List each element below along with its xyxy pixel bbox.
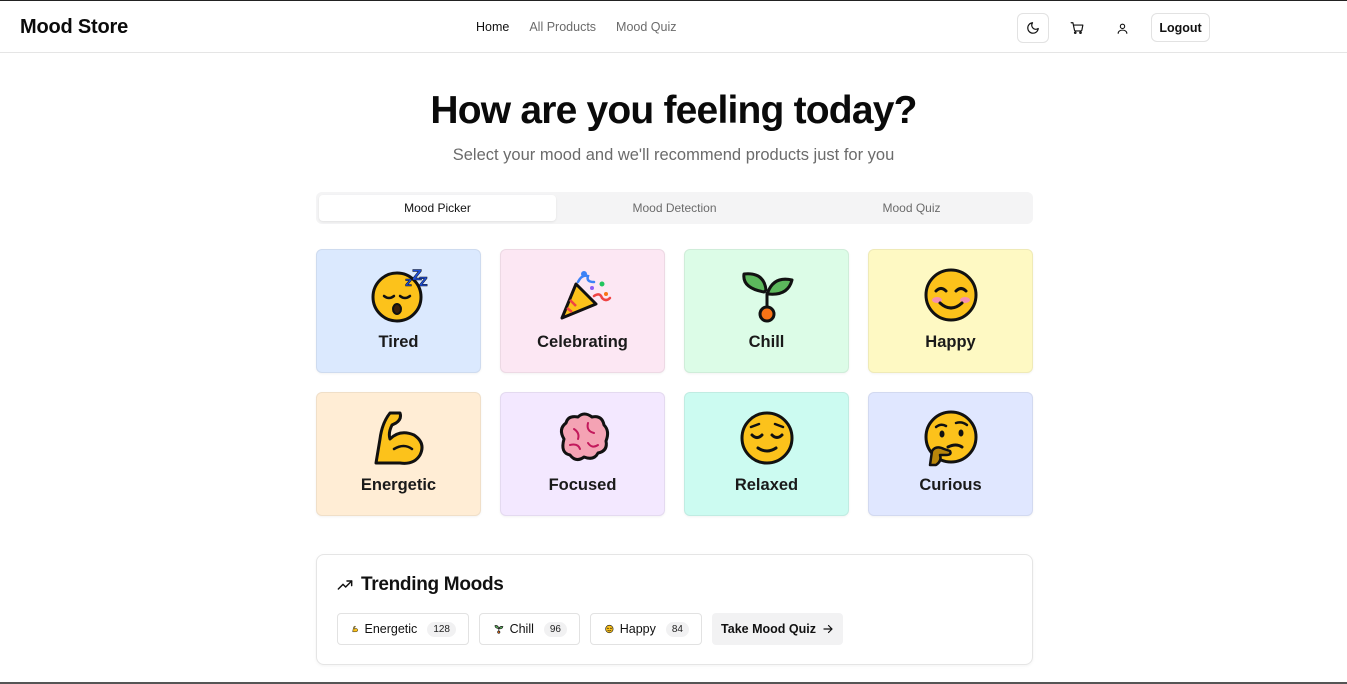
mood-card-label: Tired	[378, 333, 419, 351]
smiling-face-icon	[605, 624, 614, 634]
trending-title: Trending Moods	[361, 574, 504, 595]
trending-chip-chill[interactable]: Chill 96	[479, 613, 580, 645]
mood-card-label: Curious	[919, 476, 982, 494]
mood-card-relaxed[interactable]: Relaxed	[684, 392, 849, 516]
theme-toggle-button[interactable]	[1017, 13, 1049, 43]
nav-home-link[interactable]: Home	[476, 20, 509, 34]
sleeping-face-icon: z Z Z	[317, 266, 480, 324]
mood-card-label: Celebrating	[537, 333, 628, 351]
flexed-biceps-icon	[317, 409, 480, 467]
mood-card-label: Focused	[548, 476, 617, 494]
svg-text:Z: Z	[419, 275, 428, 289]
trending-moods-panel: Trending Moods Energetic 128 Chill 96 Ha…	[316, 554, 1033, 665]
seedling-icon	[494, 625, 504, 634]
top-header: Mood Store Home All Products Mood Quiz L…	[0, 1, 1347, 53]
tab-mood-quiz[interactable]: Mood Quiz	[793, 195, 1030, 221]
mood-card-focused[interactable]: Focused	[500, 392, 665, 516]
smiling-face-icon	[869, 266, 1032, 324]
chip-count-badge: 128	[427, 621, 456, 637]
moon-icon	[1027, 22, 1039, 34]
user-profile-button[interactable]	[1106, 13, 1138, 43]
quiz-button-label: Take Mood Quiz	[721, 622, 816, 636]
take-mood-quiz-button[interactable]: Take Mood Quiz	[712, 613, 843, 645]
tab-mood-detection[interactable]: Mood Detection	[556, 195, 793, 221]
user-icon	[1117, 23, 1127, 34]
mood-card-happy[interactable]: Happy	[868, 249, 1033, 373]
mood-card-tired[interactable]: z Z Z Tired	[316, 249, 481, 373]
mood-mode-tabs: Mood Picker Mood Detection Mood Quiz	[316, 192, 1033, 224]
mood-card-chill[interactable]: Chill	[684, 249, 849, 373]
page-subtitle: Select your mood and we'll recommend pro…	[452, 146, 895, 164]
mood-card-energetic[interactable]: Energetic	[316, 392, 481, 516]
mood-card-label: Relaxed	[734, 476, 799, 494]
chip-count-badge: 96	[543, 621, 567, 637]
trending-chip-happy[interactable]: Happy 84	[590, 613, 702, 645]
page-title: How are you feeling today?	[430, 89, 917, 132]
mood-card-label: Chill	[748, 333, 785, 351]
mood-card-label: Energetic	[360, 476, 437, 494]
trending-up-icon	[337, 580, 353, 590]
cart-icon	[1070, 22, 1084, 35]
nav-all-products-link[interactable]: All Products	[529, 20, 596, 34]
cart-button[interactable]	[1061, 13, 1093, 43]
logout-button[interactable]: Logout	[1151, 13, 1210, 42]
mood-card-curious[interactable]: Curious	[868, 392, 1033, 516]
trending-chip-energetic[interactable]: Energetic 128	[337, 613, 469, 645]
brand-logo[interactable]: Mood Store	[20, 16, 128, 39]
chip-label: Happy	[619, 622, 656, 636]
tab-mood-picker[interactable]: Mood Picker	[319, 195, 556, 221]
brain-icon	[501, 409, 664, 467]
main-nav: Home All Products Mood Quiz	[476, 20, 677, 34]
chip-label: Energetic	[364, 622, 418, 636]
mood-card-label: Happy	[925, 333, 976, 351]
mood-card-celebrating[interactable]: Celebrating	[500, 249, 665, 373]
chip-count-badge: 84	[665, 621, 689, 637]
nav-mood-quiz-link[interactable]: Mood Quiz	[616, 20, 676, 34]
seedling-icon	[685, 266, 848, 324]
arrow-right-icon	[823, 624, 833, 634]
chip-label: Chill	[509, 622, 534, 636]
svg-text:z: z	[405, 275, 412, 289]
flexed-biceps-icon	[352, 625, 359, 633]
thinking-face-icon	[869, 409, 1032, 467]
relieved-face-icon	[685, 409, 848, 467]
trending-header: Trending Moods	[337, 574, 504, 596]
party-popper-icon	[501, 266, 664, 324]
